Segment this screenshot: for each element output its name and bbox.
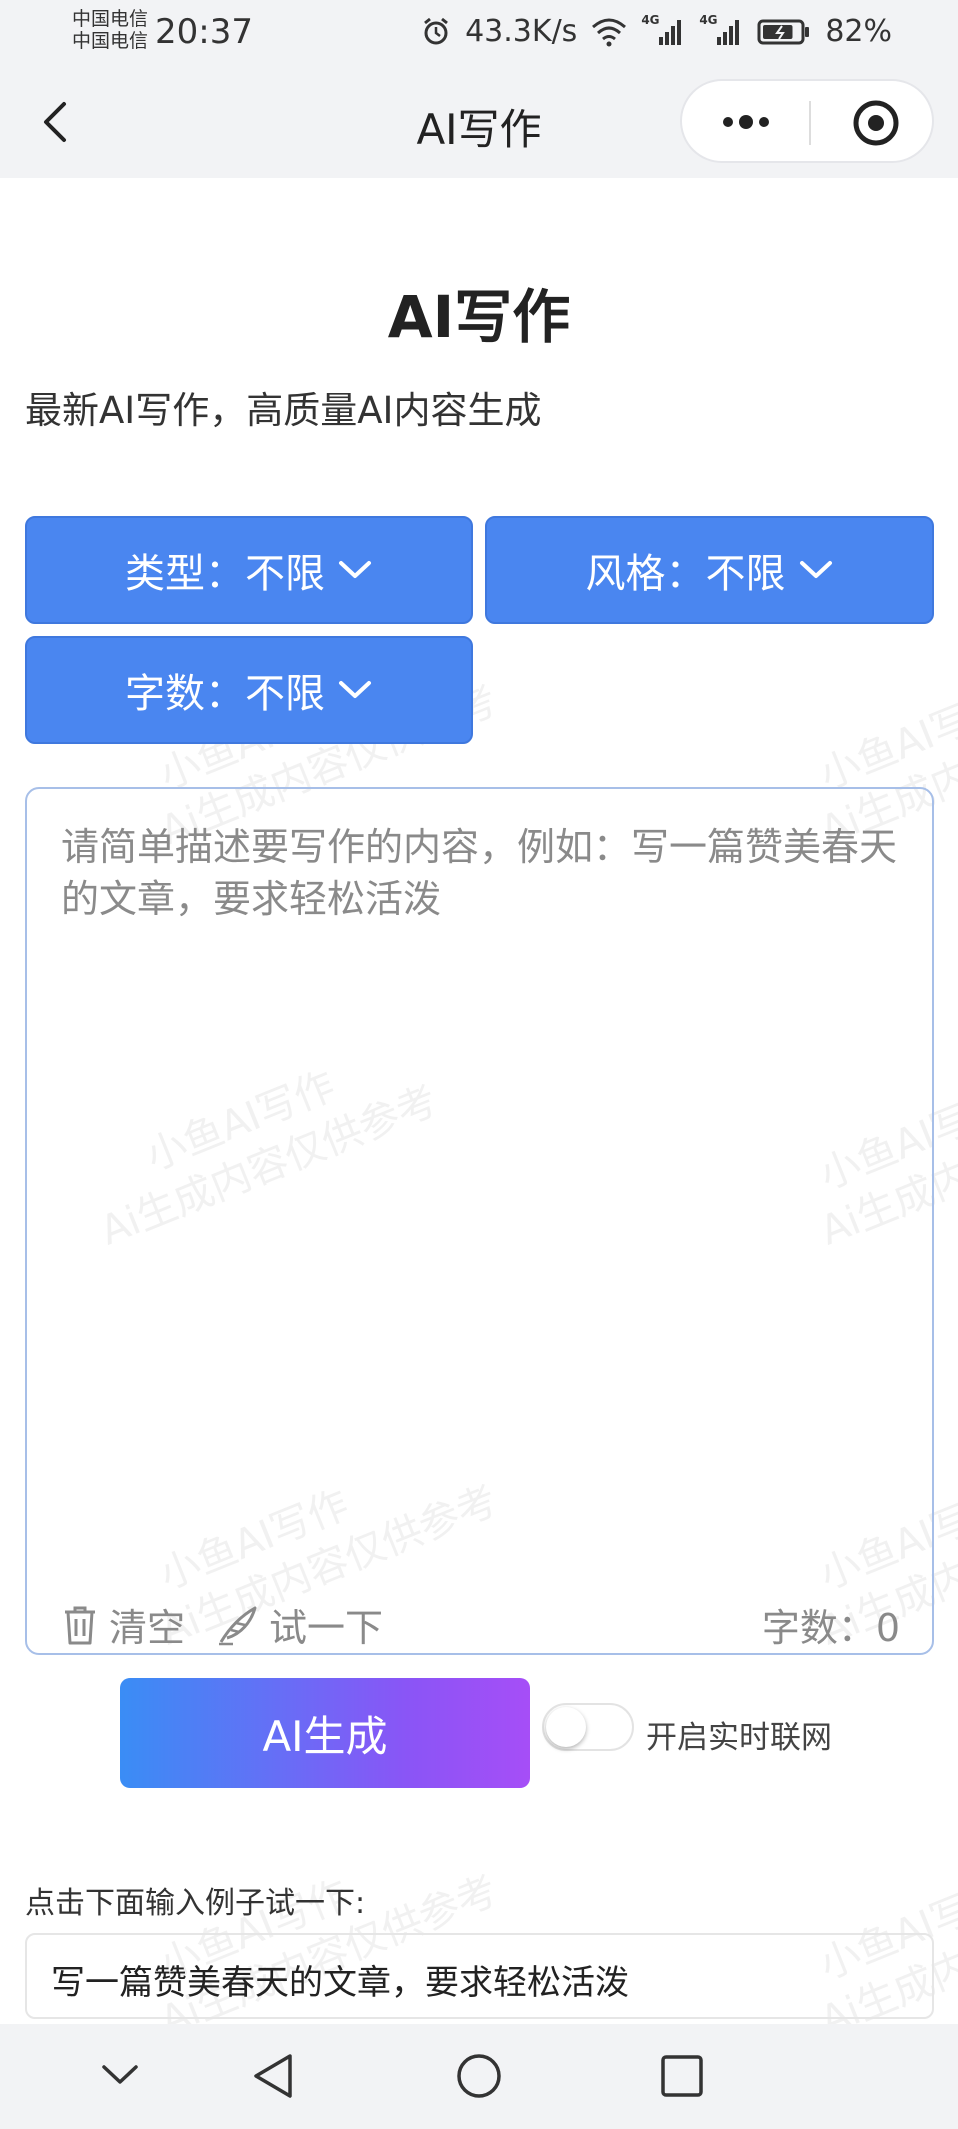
signal-icon: 4G: [699, 13, 743, 47]
toggle-knob: [546, 1707, 586, 1747]
example-hint: 点击下面输入例子试一下:: [25, 1886, 366, 1921]
ai-generate-button[interactable]: AI生成: [120, 1678, 530, 1788]
page-subtitle: 最新AI写作，高质量AI内容生成: [25, 389, 542, 432]
hide-keyboard-icon[interactable]: [100, 2062, 140, 2088]
prompt-placeholder: 请简单描述要写作的内容，例如：写一篇赞美春天的文章，要求轻松活泼: [61, 825, 898, 921]
type-filter-button[interactable]: 类型：不限: [25, 516, 473, 624]
clear-label: 清空: [109, 1606, 186, 1650]
nav-bar: AI写作: [0, 66, 958, 178]
try-button[interactable]: 试一下: [217, 1597, 383, 1652]
try-label: 试一下: [269, 1606, 384, 1650]
quill-icon: [219, 1606, 257, 1645]
style-filter-label: 风格：不限: [585, 551, 786, 597]
carrier-info: 中国电信 中国电信: [72, 8, 148, 52]
more-icon[interactable]: [718, 108, 774, 136]
home-circle-icon[interactable]: [455, 2052, 503, 2100]
trash-icon: [65, 1606, 95, 1644]
prompt-textarea[interactable]: 请简单描述要写作的内容，例如：写一篇赞美春天的文章，要求轻松活泼 清空 试一下 …: [25, 787, 934, 1655]
system-nav-bar: [0, 2024, 958, 2129]
watermark-line: 小鱼AI写作: [813, 681, 958, 799]
capsule-divider: [809, 101, 811, 145]
close-target-icon[interactable]: [850, 97, 902, 149]
online-toggle-label: 开启实时联网: [646, 1720, 832, 1756]
word-counter: 字数：0: [761, 1606, 900, 1650]
carrier-label: 中国电信: [72, 30, 149, 52]
chevron-down-icon: [799, 561, 832, 578]
wifi-icon: [592, 18, 627, 46]
status-bar: 中国电信 中国电信 20:37 43.3K/s 4G 4G 82%: [0, 0, 958, 66]
battery-icon: [757, 19, 810, 44]
chevron-down-icon: [339, 561, 371, 578]
alarm-icon: [424, 17, 449, 44]
style-filter-button[interactable]: 风格：不限: [485, 516, 934, 624]
status-icons: 43.3K/s 4G 4G 82%: [421, 13, 892, 49]
word-count-filter-label: 字数：不限: [125, 671, 325, 717]
network-speed: 43.3K/s: [465, 14, 578, 49]
page-title: AI写作: [387, 283, 571, 351]
clear-button[interactable]: 清空: [61, 1597, 185, 1652]
back-triangle-icon[interactable]: [250, 2052, 296, 2100]
chevron-down-icon: [339, 681, 371, 698]
example-item[interactable]: 写一篇赞美春天的文章，要求轻松活泼: [25, 1933, 934, 2019]
mini-program-capsule: [680, 79, 934, 163]
online-toggle[interactable]: [542, 1703, 634, 1751]
battery-percent: 82%: [825, 14, 892, 49]
type-filter-label: 类型：不限: [125, 551, 325, 597]
carrier-label: 中国电信: [72, 8, 149, 30]
signal-icon: 4G: [641, 13, 685, 47]
recents-square-icon[interactable]: [660, 2054, 704, 2098]
clock: 20:37: [155, 12, 253, 52]
word-count-filter-button[interactable]: 字数：不限: [25, 636, 473, 744]
